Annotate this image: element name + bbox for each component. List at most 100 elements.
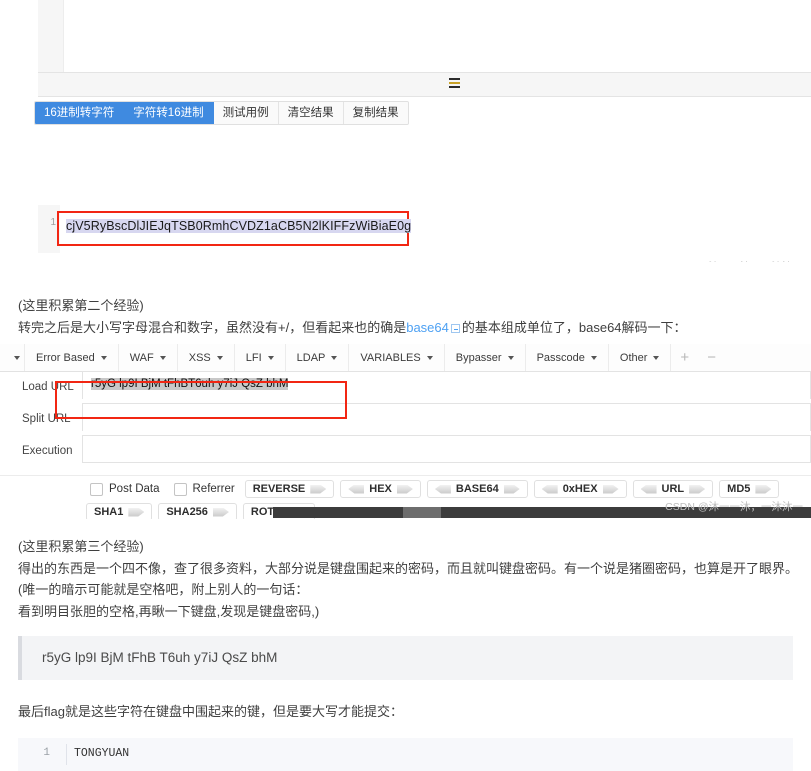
checkbox-icon	[90, 482, 103, 496]
chevron-down-icon	[267, 355, 274, 360]
code-line-number: 1	[43, 747, 50, 759]
toolbar-item-error-based[interactable]: Error Based	[25, 344, 119, 371]
toolbar-item-ldap[interactable]: LDAP	[286, 344, 350, 371]
arrow-left-icon[interactable]	[434, 484, 451, 494]
checkbox-icon	[173, 482, 187, 496]
keyboard-cipher-text: r5yG lp9I BjM tFhB T6uh y7iJ QsZ bhM	[42, 650, 278, 665]
toolbar-overflow-caret[interactable]	[0, 344, 25, 371]
button-sha256[interactable]: SHA256	[158, 503, 237, 519]
toolbar-label: Bypasser	[455, 351, 502, 364]
toolbar-item-bypasser[interactable]: Bypasser	[445, 344, 526, 371]
chevron-down-icon	[14, 355, 20, 360]
checkbox-label: Post Data	[109, 483, 160, 495]
chevron-down-icon	[100, 355, 107, 360]
editor-pane	[38, 0, 811, 72]
editor-gutter	[38, 0, 64, 72]
base64-output-text[interactable]: cjV5RyBscDlJIEJqTSB0RmhCVDZ1aCB5N2lKIFFz…	[66, 219, 412, 233]
load-url-highlight-box	[55, 381, 347, 419]
chevron-down-icon	[653, 355, 660, 360]
arrow-right-icon[interactable]	[755, 484, 772, 494]
arrow-right-icon[interactable]	[689, 484, 706, 494]
arrow-left-icon[interactable]	[541, 484, 558, 494]
button-0xhex[interactable]: 0xHEX	[533, 480, 627, 498]
converter-tab-row: 16进制转字符 字符转16进制 测试用例 清空结果 复制结果	[34, 101, 409, 125]
paragraph-exp2-title: (这里积累第二个经验)	[18, 298, 144, 313]
keyboard-cipher-prebox: r5yG lp9I BjM tFhB T6uh y7iJ QsZ bhM	[18, 636, 793, 680]
arrow-left-icon[interactable]	[640, 484, 657, 494]
chevron-down-icon	[590, 355, 597, 360]
chevron-down-icon	[426, 355, 433, 360]
watermark-csdn-1: CSDN @沐一一沐，一沐沐一	[665, 259, 803, 262]
button-hex[interactable]: HEX	[340, 480, 421, 498]
code-divider	[66, 744, 67, 765]
hackbar-toolbar: Error Based WAF XSS LFI LDAP VARIABLES B…	[0, 344, 811, 372]
chevron-down-icon	[507, 355, 514, 360]
button-label: BASE64	[455, 483, 499, 495]
toolbar-label: XSS	[188, 351, 211, 364]
tab-clear-result[interactable]: 清空结果	[278, 102, 344, 124]
add-tab-button[interactable]: +	[671, 344, 698, 371]
arrow-right-icon[interactable]	[212, 507, 229, 517]
page-root: 16进制转字符 字符转16进制 测试用例 清空结果 复制结果 1 cjV5RyB…	[0, 0, 811, 771]
label-execution: Execution	[22, 445, 73, 457]
button-label: SHA1	[94, 506, 124, 518]
row-execution: Execution	[0, 435, 811, 467]
chevron-down-icon	[216, 355, 223, 360]
paragraph-exp2-body: 转完之后是大小写字母混合和数字，虽然没有+/，但看起来也的确是base64 的基本…	[18, 319, 687, 337]
toolbar-item-xss[interactable]: XSS	[178, 344, 235, 371]
button-label: REVERSE	[252, 483, 306, 495]
tab-char-to-hex[interactable]: 字符转16进制	[124, 102, 214, 124]
flag-code-block: 1 TONGYUAN	[18, 738, 793, 771]
watermark-csdn-2: CSDN @沐一一沐，一沐沐一	[665, 501, 803, 513]
button-label: HEX	[369, 483, 392, 495]
button-md5[interactable]: MD5	[719, 480, 780, 498]
arrow-right-icon[interactable]	[128, 507, 145, 517]
arrow-right-icon[interactable]	[310, 484, 327, 494]
toolbar-item-variables[interactable]: VARIABLES	[349, 344, 445, 371]
toolbar-label: Passcode	[536, 351, 585, 364]
paragraph-exp2-part-b: 的基本组成单位了，base64解码一下：	[461, 320, 687, 335]
input-execution[interactable]	[82, 435, 811, 463]
flag-text[interactable]: TONGYUAN	[74, 738, 129, 760]
button-label: URL	[661, 483, 685, 495]
base64-link[interactable]: base64	[406, 320, 449, 335]
button-base64[interactable]: BASE64	[426, 480, 528, 498]
arrow-left-icon[interactable]	[348, 484, 365, 494]
paragraph-exp3-body: 得出的东西是一个四不像，查了很多资料，大部分说是键盘围起来的密码，而且就叫键盘密…	[18, 561, 799, 576]
tab-hex-to-char[interactable]: 16进制转字符	[35, 102, 125, 124]
button-label: MD5	[727, 483, 751, 495]
button-reverse[interactable]: REVERSE	[244, 480, 335, 498]
toolbar-item-lfi[interactable]: LFI	[235, 344, 286, 371]
button-label: 0xHEX	[562, 483, 598, 495]
paragraph-exp3-title: (这里积累第三个经验)	[18, 539, 144, 554]
chevron-down-icon	[159, 355, 166, 360]
checkbox-post-data[interactable]: Post Data	[86, 480, 164, 498]
toolbar-item-other[interactable]: Other	[609, 344, 672, 371]
toolbar-label: LDAP	[296, 351, 326, 364]
checkbox-label: Referrer	[192, 483, 235, 495]
toolbar-item-passcode[interactable]: Passcode	[526, 344, 609, 371]
button-url[interactable]: URL	[632, 480, 714, 498]
toolbar-item-waf[interactable]: WAF	[119, 344, 178, 371]
paragraph-flag-note: 最后flag就是这些字符在键盘中围起来的键，但是要大写才能提交：	[18, 704, 403, 719]
hex-converter-screenshot: 16进制转字符 字符转16进制 测试用例 清空结果 复制结果 1 cjV5RyB…	[0, 0, 811, 262]
chevron-down-icon	[331, 355, 338, 360]
hamburger-icon[interactable]	[449, 78, 460, 88]
toolbar-label: LFI	[245, 351, 262, 364]
checkbox-referrer[interactable]: Referrer	[170, 480, 239, 498]
arrow-right-icon[interactable]	[396, 484, 413, 494]
external-link-icon	[450, 324, 460, 333]
paragraph-hint-line1: (唯一的暗示可能就是空格吧，附上别人的一句话：	[18, 582, 309, 597]
arrow-right-icon[interactable]	[503, 484, 520, 494]
toolbar-label: WAF	[129, 351, 154, 364]
scrollbar-thumb[interactable]	[403, 507, 441, 518]
editor-statusbar	[38, 72, 811, 97]
button-sha1[interactable]: SHA1	[86, 503, 153, 519]
arrow-right-icon[interactable]	[602, 484, 619, 494]
toolbar-label: Other	[619, 351, 648, 364]
tab-test-case[interactable]: 测试用例	[213, 102, 279, 124]
paragraph-hint-line2: 看到明目张胆的空格,再瞅一下键盘,发现是键盘密码,)	[18, 604, 320, 619]
toolbar-label: VARIABLES	[360, 351, 421, 364]
remove-tab-button[interactable]: −	[698, 344, 725, 371]
tab-copy-result[interactable]: 复制结果	[343, 102, 408, 124]
